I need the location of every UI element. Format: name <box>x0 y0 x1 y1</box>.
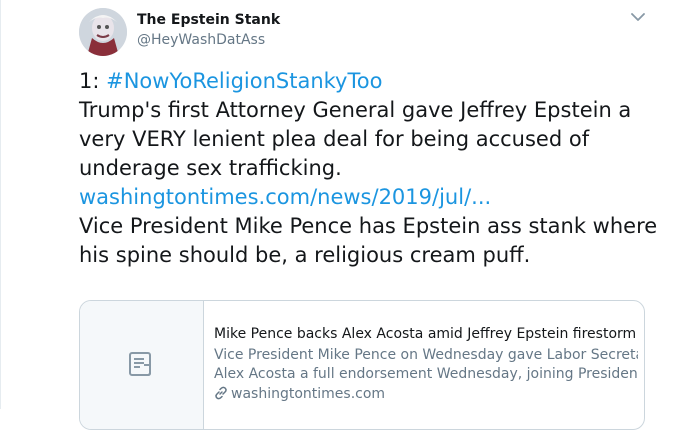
card-title: Mike Pence backs Alex Acosta amid Jeffre… <box>214 326 637 342</box>
card-description-line: Alex Acosta a full endorsement Wednesday… <box>214 366 638 382</box>
card-domain: washingtontimes.com <box>214 386 385 402</box>
tweet: The Epstein Stank @HeyWashDatAss 1: #Now… <box>0 0 691 430</box>
display-name[interactable]: The Epstein Stank <box>137 12 280 28</box>
tweet-text-line: very VERY lenient plea deal for being ac… <box>79 127 590 151</box>
link-icon <box>215 386 227 400</box>
card-description-line: Vice President Mike Pence on Wednesday g… <box>214 347 638 363</box>
document-icon <box>129 352 151 376</box>
chevron-down-icon[interactable] <box>631 12 645 22</box>
article-url-link[interactable]: washingtontimes.com/news/2019/jul/... <box>79 183 659 212</box>
tweet-text-line: Vice President Mike Pence has Epstein as… <box>79 214 658 238</box>
tweet-text-line: Trump's first Attorney General gave Jeff… <box>79 98 632 122</box>
hashtag-link[interactable]: #NowYoReligionStankyToo <box>106 69 382 93</box>
card-media <box>80 301 204 429</box>
tweet-text-line: underage sex trafficking. <box>79 156 342 180</box>
handle[interactable]: @HeyWashDatAss <box>137 32 265 48</box>
link-preview-card[interactable]: Mike Pence backs Alex Acosta amid Jeffre… <box>79 300 645 430</box>
card-domain-text: washingtontimes.com <box>231 386 386 402</box>
avatar[interactable] <box>79 8 127 56</box>
tweet-numbering: 1: <box>79 69 107 93</box>
tweet-text-line: 1: #NowYoReligionStankyToo <box>79 67 659 96</box>
tweet-text: 1: #NowYoReligionStankyToo Trump's first… <box>79 67 659 270</box>
tweet-text-line: his spine should be, a religious cream p… <box>79 243 531 267</box>
card-description: Vice President Mike Pence on Wednesday g… <box>214 346 638 384</box>
